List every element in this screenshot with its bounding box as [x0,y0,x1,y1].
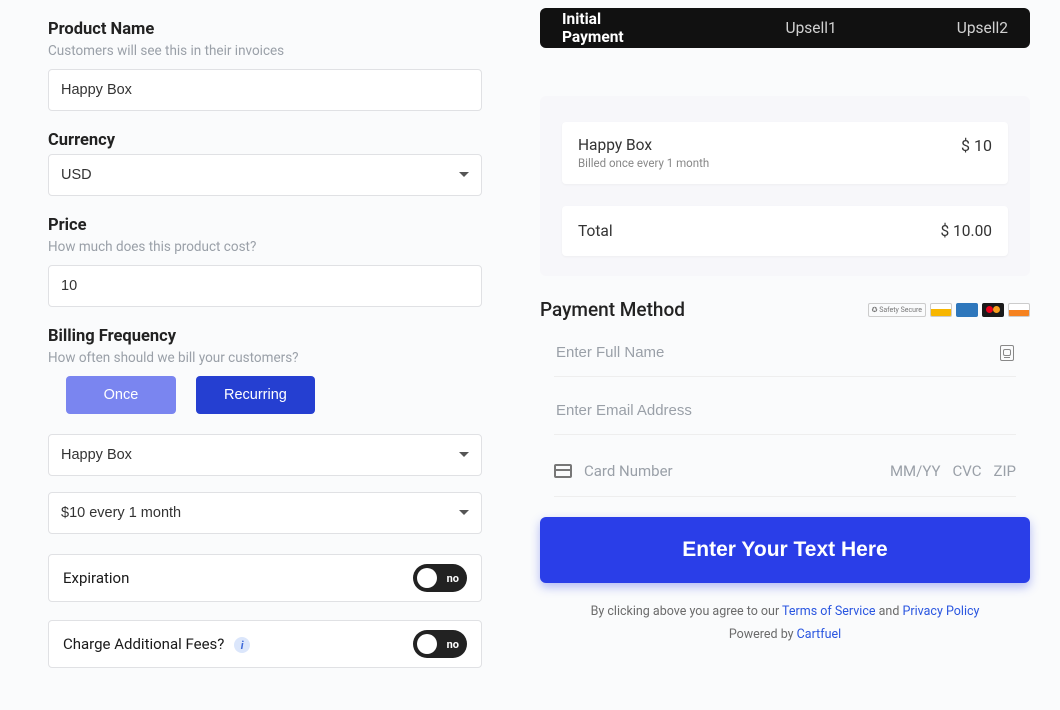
cartfuel-link[interactable]: Cartfuel [797,627,841,642]
additional-fees-row: Charge Additional Fees? i no [48,620,482,668]
product-name-hint: Customers will see this in their invoice… [48,43,482,59]
expiration-row: Expiration no [48,554,482,602]
visa-icon [930,303,952,317]
product-name-field: Product Name Customers will see this in … [48,20,482,111]
toggle-knob-icon [417,568,437,588]
billing-frequency-hint: How often should we bill your customers? [48,350,482,366]
currency-select[interactable]: USD [48,154,482,196]
expiration-label: Expiration [63,569,129,587]
card-logos: ✪ Safety Secure [868,303,1030,317]
mastercard-icon [982,303,1004,317]
total-row: Total $ 10.00 [562,206,1008,256]
additional-fees-label: Charge Additional Fees? i [63,635,250,654]
billing-once-button[interactable]: Once [66,376,176,414]
billing-frequency-field: Billing Frequency How often should we bi… [48,327,482,534]
line-item-price: $ 10 [961,136,992,170]
amex-icon [956,303,978,317]
product-name-input[interactable] [48,69,482,111]
line-item-sub: Billed once every 1 month [578,156,709,170]
card-input-row[interactable]: Card Number MM/YY CVC ZIP [554,445,1016,497]
line-item-name: Happy Box [578,136,709,154]
billing-recurring-button[interactable]: Recurring [196,376,315,414]
plan-select[interactable]: Happy Box [48,434,482,476]
payment-method-header: Payment Method ✪ Safety Secure [540,298,1030,321]
legal-text: By clicking above you agree to our Terms… [540,601,1030,646]
checkout-cta-button[interactable]: Enter Your Text Here [540,517,1030,583]
card-number-placeholder: Card Number [584,462,878,480]
tab-upsell2[interactable]: Upsell2 [957,19,1008,37]
total-label: Total [578,222,613,240]
price-field: Price How much does this product cost? [48,216,482,307]
additional-fees-toggle[interactable]: no [413,630,467,658]
safety-badge-icon: ✪ Safety Secure [868,303,926,317]
product-name-label: Product Name [48,20,482,39]
expiration-toggle-label: no [447,572,459,585]
credit-card-icon [554,464,572,478]
currency-field: Currency USD [48,131,482,196]
email-input[interactable] [554,387,1016,435]
price-label: Price [48,216,482,235]
full-name-input[interactable] [554,329,1016,377]
additional-fees-toggle-label: no [447,638,459,651]
card-expiry-placeholder: MM/YY [890,462,941,480]
toggle-knob-icon [417,634,437,654]
terms-link[interactable]: Terms of Service [782,604,875,619]
contact-card-icon [1000,345,1014,361]
total-value: $ 10.00 [941,222,993,240]
privacy-link[interactable]: Privacy Policy [902,604,979,619]
preview-tabs: Initial Payment Upsell1 Upsell2 [540,8,1030,48]
expiration-toggle[interactable]: no [413,564,467,592]
interval-select[interactable]: $10 every 1 month [48,492,482,534]
price-input[interactable] [48,265,482,307]
card-zip-placeholder: ZIP [993,462,1016,480]
payment-method-title: Payment Method [540,298,685,321]
billing-frequency-label: Billing Frequency [48,327,482,346]
card-cvc-placeholder: CVC [952,462,981,480]
currency-label: Currency [48,131,482,150]
tab-upsell1[interactable]: Upsell1 [786,19,837,37]
preview-panel: Initial Payment Upsell1 Upsell2 Happy Bo… [530,0,1060,710]
info-icon[interactable]: i [234,637,250,653]
price-hint: How much does this product cost? [48,239,482,255]
line-item: Happy Box Billed once every 1 month $ 10 [562,122,1008,184]
config-panel: Product Name Customers will see this in … [0,0,530,710]
tab-initial-payment[interactable]: Initial Payment [562,10,666,46]
discover-icon [1008,303,1030,317]
order-summary: Happy Box Billed once every 1 month $ 10… [540,96,1030,276]
